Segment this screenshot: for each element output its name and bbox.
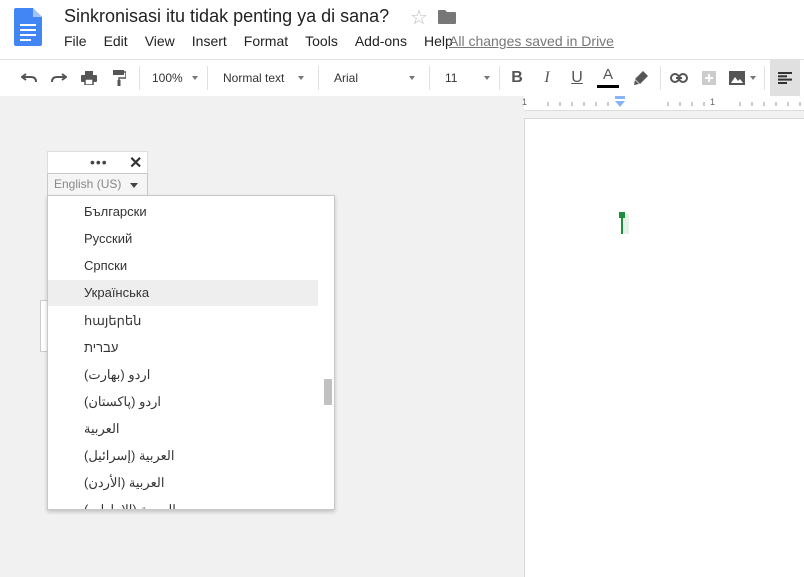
- image-chevron-down-icon: [750, 76, 756, 80]
- font-size-value: 11: [445, 71, 458, 85]
- menu-format[interactable]: Format: [244, 33, 288, 51]
- highlight-button[interactable]: [630, 60, 652, 96]
- align-left-button[interactable]: [770, 60, 800, 96]
- docs-logo-icon[interactable]: [14, 8, 42, 46]
- bold-button[interactable]: B: [506, 60, 528, 96]
- document-title[interactable]: Sinkronisasi itu tidak penting ya di san…: [64, 6, 389, 27]
- language-panel-header: ••• ✕: [47, 151, 148, 175]
- menu-tools[interactable]: Tools: [305, 33, 338, 51]
- save-status-link[interactable]: All changes saved in Drive: [449, 33, 614, 49]
- toolbar-divider: [660, 66, 661, 90]
- language-option[interactable]: العربية (إسرائيل): [48, 443, 318, 469]
- language-option-highlighted[interactable]: Українська: [48, 280, 318, 306]
- zoom-value: 100%: [152, 71, 183, 85]
- undo-button[interactable]: [18, 60, 40, 96]
- language-option[interactable]: العربية: [48, 416, 318, 442]
- language-option[interactable]: العربية (الأردن): [48, 470, 318, 496]
- print-icon: [81, 71, 97, 85]
- redo-button[interactable]: [48, 60, 70, 96]
- language-option[interactable]: Српски: [48, 253, 318, 279]
- dropdown-scrollbar-thumb[interactable]: [324, 379, 332, 405]
- underline-icon: U: [571, 69, 583, 86]
- toolbar-divider: [207, 66, 208, 90]
- language-option[interactable]: հայերեն: [48, 308, 318, 334]
- folder-icon[interactable]: [438, 10, 456, 24]
- indent-marker-icon[interactable]: [614, 96, 626, 110]
- menu-insert[interactable]: Insert: [192, 33, 227, 51]
- image-icon: [729, 71, 745, 85]
- link-icon: [670, 73, 688, 83]
- close-icon[interactable]: ✕: [129, 153, 142, 173]
- star-icon[interactable]: ☆: [410, 5, 428, 30]
- language-selected-value: English (US): [54, 177, 122, 191]
- language-select[interactable]: English (US): [47, 173, 148, 196]
- bold-icon: B: [511, 69, 523, 86]
- insert-link-button[interactable]: [667, 60, 691, 96]
- style-chevron-down-icon: [298, 76, 304, 80]
- italic-button[interactable]: I: [536, 60, 558, 96]
- title-bar: Sinkronisasi itu tidak penting ya di san…: [0, 0, 804, 60]
- paint-format-button[interactable]: [108, 60, 130, 96]
- language-option[interactable]: עברית: [48, 335, 318, 361]
- paint-roller-icon: [113, 70, 126, 86]
- document-page[interactable]: [524, 118, 804, 577]
- language-option[interactable]: العربية (الإمارات): [48, 497, 318, 509]
- ruler-mark: 1: [522, 97, 528, 107]
- toolbar-divider: [499, 66, 500, 90]
- chevron-down-icon: [130, 183, 138, 188]
- size-chevron-down-icon: [484, 76, 490, 80]
- ruler-mark: 1: [710, 97, 716, 107]
- menu-addons[interactable]: Add-ons: [355, 33, 407, 51]
- font-chevron-down-icon: [409, 76, 415, 80]
- align-left-icon: [778, 72, 792, 84]
- toolbar-divider: [318, 66, 319, 90]
- redo-icon: [51, 73, 67, 83]
- text-color-swatch: [597, 85, 619, 88]
- insert-image-button[interactable]: [726, 60, 748, 96]
- menu-view[interactable]: View: [145, 33, 175, 51]
- menu-edit[interactable]: Edit: [104, 33, 128, 51]
- collaborator-flag-icon: [619, 212, 625, 218]
- zoom-chevron-down-icon: [192, 76, 198, 80]
- language-option[interactable]: اردو (بھارت): [48, 362, 318, 388]
- text-color-icon: A: [602, 66, 613, 83]
- ruler: 1 1: [0, 96, 804, 111]
- underline-button[interactable]: U: [566, 60, 588, 96]
- italic-icon: I: [544, 69, 550, 86]
- menu-file[interactable]: File: [64, 33, 87, 51]
- language-option[interactable]: اردو (پاکستان): [48, 389, 318, 415]
- text-color-button[interactable]: A: [596, 60, 620, 96]
- ruler-strip[interactable]: 1 1: [522, 96, 804, 111]
- insert-comment-button[interactable]: [698, 60, 720, 96]
- language-option[interactable]: Български: [48, 199, 318, 225]
- toolbar-divider: [764, 66, 765, 90]
- ruler-ticks: [547, 102, 801, 106]
- language-option[interactable]: Русский: [48, 226, 318, 252]
- toolbar-divider: [429, 66, 430, 90]
- toolbar-divider: [139, 66, 140, 90]
- menu-bar: File Edit View Insert Format Tools Add-o…: [64, 33, 470, 51]
- print-button[interactable]: [78, 60, 100, 96]
- add-comment-icon: [702, 71, 716, 85]
- highlighter-icon: [634, 71, 648, 85]
- language-dropdown-list[interactable]: Български Русский Српски Українська հայե…: [47, 195, 335, 510]
- font-value: Arial: [334, 71, 359, 85]
- style-value: Normal text: [223, 71, 285, 85]
- toolbar: 100% Normal text Arial 11 B I U A: [0, 59, 804, 97]
- undo-icon: [21, 73, 37, 83]
- more-options-icon[interactable]: •••: [90, 154, 108, 170]
